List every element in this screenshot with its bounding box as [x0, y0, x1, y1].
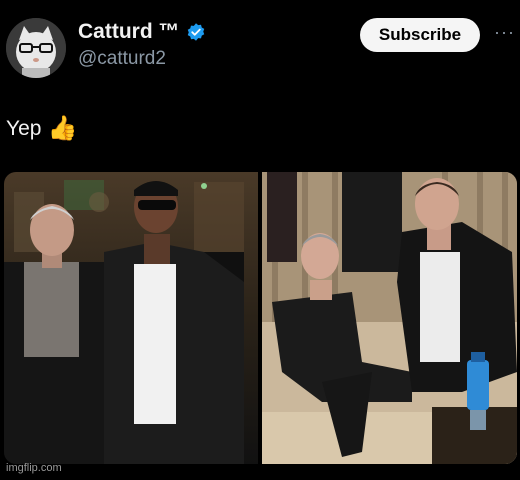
media-image-right[interactable] — [262, 172, 517, 464]
media-image-left[interactable] — [4, 172, 258, 464]
avatar[interactable] — [6, 18, 66, 78]
tweet-text: Yep 👍 — [6, 114, 77, 143]
more-options-icon[interactable]: ··· — [494, 22, 515, 43]
author-name[interactable]: Catturd ™ — [78, 20, 180, 44]
tweet-media[interactable] — [4, 172, 517, 464]
photo-two-men-on-couch-icon — [262, 172, 517, 464]
author-name-row: Catturd ™ — [78, 20, 206, 44]
imgflip-watermark: imgflip.com — [6, 462, 62, 474]
author-handle[interactable]: @catturd2 — [78, 48, 166, 70]
verified-badge-icon — [187, 23, 204, 41]
cat-avatar-icon — [6, 18, 66, 78]
subscribe-button[interactable]: Subscribe — [360, 18, 480, 52]
photo-two-men-standing-icon — [4, 172, 258, 464]
tweet-text-content: Yep — [6, 116, 42, 140]
thumbs-up-icon: 👍 — [47, 115, 78, 142]
